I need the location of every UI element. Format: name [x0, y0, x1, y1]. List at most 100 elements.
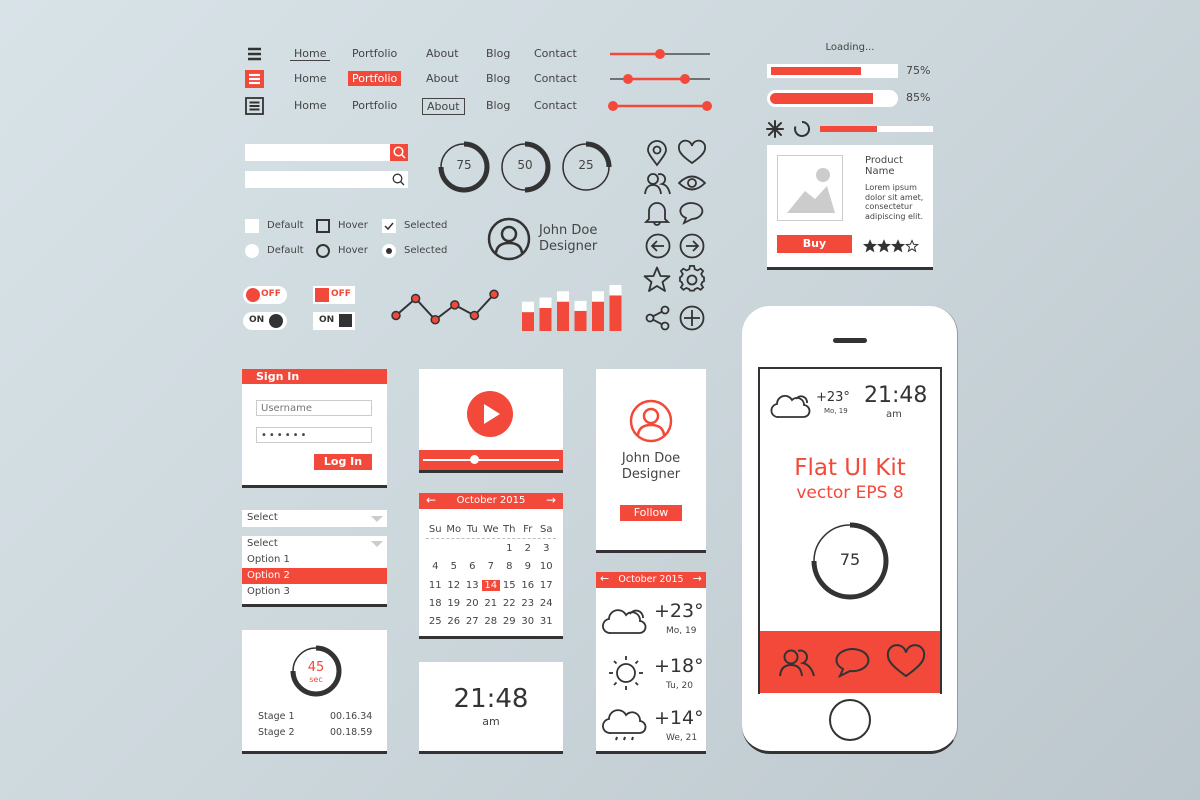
heart-icon[interactable]: [886, 644, 926, 679]
users-icon[interactable]: [779, 648, 817, 678]
calendar-day[interactable]: 3: [537, 543, 556, 554]
nav-link-portfolio[interactable]: Portfolio: [348, 98, 401, 113]
nav-link-portfolio[interactable]: Portfolio: [348, 46, 401, 61]
menu-icon[interactable]: [245, 45, 264, 62]
password-input[interactable]: [256, 427, 372, 443]
calendar-day[interactable]: 2: [519, 543, 538, 554]
select-closed[interactable]: Select: [242, 510, 387, 527]
radio-selected[interactable]: [382, 244, 396, 258]
video-seek-handle[interactable]: [470, 455, 480, 464]
calendar-day[interactable]: 12: [445, 580, 464, 591]
nav-link-contact[interactable]: Contact: [530, 98, 581, 113]
calendar-day[interactable]: 31: [537, 616, 556, 627]
calendar-day[interactable]: 11: [426, 580, 445, 591]
login-button[interactable]: Log In: [314, 454, 372, 470]
calendar-day[interactable]: 27: [463, 616, 482, 627]
calendar-day[interactable]: 17: [537, 580, 556, 591]
calendar-day[interactable]: 24: [537, 598, 556, 609]
radio-hover[interactable]: [316, 244, 330, 258]
calendar-day[interactable]: 22: [500, 598, 519, 609]
rating-stars[interactable]: [862, 237, 920, 256]
calendar-day[interactable]: 26: [445, 616, 464, 627]
radio-default[interactable]: [245, 244, 259, 258]
arrow-left-circle-icon[interactable]: [645, 233, 671, 259]
calendar-day[interactable]: 1: [500, 543, 519, 554]
video-seek-track[interactable]: [423, 459, 559, 461]
heart-icon[interactable]: [678, 139, 706, 166]
weather-next-icon[interactable]: →: [693, 572, 702, 585]
nav-link-portfolio[interactable]: Portfolio: [348, 71, 402, 86]
follow-button[interactable]: Follow: [620, 505, 682, 521]
nav-link-home[interactable]: Home: [290, 71, 330, 86]
range-slider[interactable]: [608, 100, 712, 112]
checkbox-hover[interactable]: [316, 219, 330, 233]
nav-link-blog[interactable]: Blog: [482, 46, 514, 61]
star-filled-icon[interactable]: [890, 239, 906, 253]
range-slider[interactable]: [608, 73, 711, 85]
plus-circle-icon[interactable]: [679, 305, 705, 331]
calendar-day[interactable]: 13: [463, 580, 482, 591]
nav-link-home[interactable]: Home: [290, 98, 330, 113]
calendar-day[interactable]: 6: [463, 561, 482, 572]
calendar-day[interactable]: 29: [500, 616, 519, 627]
calendar-day[interactable]: 5: [445, 561, 464, 572]
search-icon[interactable]: [392, 173, 405, 186]
bell-icon[interactable]: [643, 200, 671, 226]
calendar-day[interactable]: 20: [463, 598, 482, 609]
calendar-day[interactable]: 23: [519, 598, 538, 609]
nav-link-contact[interactable]: Contact: [530, 46, 581, 61]
checkbox-default[interactable]: [245, 219, 259, 233]
nav-link-blog[interactable]: Blog: [482, 71, 514, 86]
gear-icon[interactable]: [678, 265, 706, 294]
star-icon[interactable]: [643, 266, 671, 293]
nav-link-contact[interactable]: Contact: [530, 71, 581, 86]
star-empty-icon[interactable]: [904, 239, 920, 253]
calendar-day[interactable]: 21: [482, 598, 501, 609]
username-input[interactable]: [256, 400, 372, 416]
calendar-day[interactable]: 28: [482, 616, 501, 627]
nav-link-about[interactable]: About: [422, 98, 465, 115]
users-icon[interactable]: [644, 172, 672, 196]
calendar-day[interactable]: 4: [426, 561, 445, 572]
select-option[interactable]: Option 1: [242, 552, 387, 568]
map-pin-icon[interactable]: [646, 140, 668, 167]
select-option[interactable]: Option 3: [242, 584, 387, 600]
arrow-right-circle-icon[interactable]: [679, 233, 705, 259]
chat-bubble-icon[interactable]: [678, 201, 706, 225]
calendar-day[interactable]: 25: [426, 616, 445, 627]
menu-icon[interactable]: [245, 70, 264, 88]
nav-link-blog[interactable]: Blog: [482, 98, 514, 113]
calendar-day[interactable]: 15: [500, 580, 519, 591]
eye-icon[interactable]: [677, 173, 707, 193]
slider[interactable]: [608, 48, 711, 60]
share-icon[interactable]: [645, 305, 671, 331]
calendar-day[interactable]: 16: [519, 580, 538, 591]
toggle-square-on[interactable]: ON: [313, 312, 355, 330]
buy-button[interactable]: Buy: [777, 235, 852, 253]
calendar-day[interactable]: 19: [445, 598, 464, 609]
phone-home-button[interactable]: [829, 699, 871, 741]
select-open[interactable]: Select Option 1 Option 2 Option 3: [242, 536, 387, 607]
toggle-round-off[interactable]: OFF: [243, 286, 287, 304]
search-field-red[interactable]: [245, 144, 408, 161]
checkbox-selected[interactable]: [382, 219, 396, 233]
calendar-next-icon[interactable]: →: [546, 493, 556, 507]
calendar-day[interactable]: 9: [519, 561, 538, 572]
calendar-day[interactable]: 18: [426, 598, 445, 609]
calendar-day[interactable]: 8: [500, 561, 519, 572]
select-option[interactable]: Option 2: [242, 568, 387, 584]
calendar-day[interactable]: 14: [481, 579, 500, 591]
star-filled-icon[interactable]: [862, 239, 878, 253]
nav-link-about[interactable]: About: [422, 46, 463, 61]
play-button[interactable]: [467, 391, 513, 437]
calendar-day[interactable]: 30: [519, 616, 538, 627]
calendar-day[interactable]: 7: [482, 561, 501, 572]
calendar-day[interactable]: 10: [537, 561, 556, 572]
menu-icon[interactable]: [245, 97, 264, 115]
nav-link-home[interactable]: Home: [290, 46, 331, 61]
toggle-square-off[interactable]: OFF: [313, 286, 355, 304]
toggle-round-on[interactable]: ON: [243, 312, 287, 330]
chat-bubble-icon[interactable]: [835, 648, 871, 679]
nav-link-about[interactable]: About: [422, 71, 463, 86]
star-filled-icon[interactable]: [876, 239, 892, 253]
